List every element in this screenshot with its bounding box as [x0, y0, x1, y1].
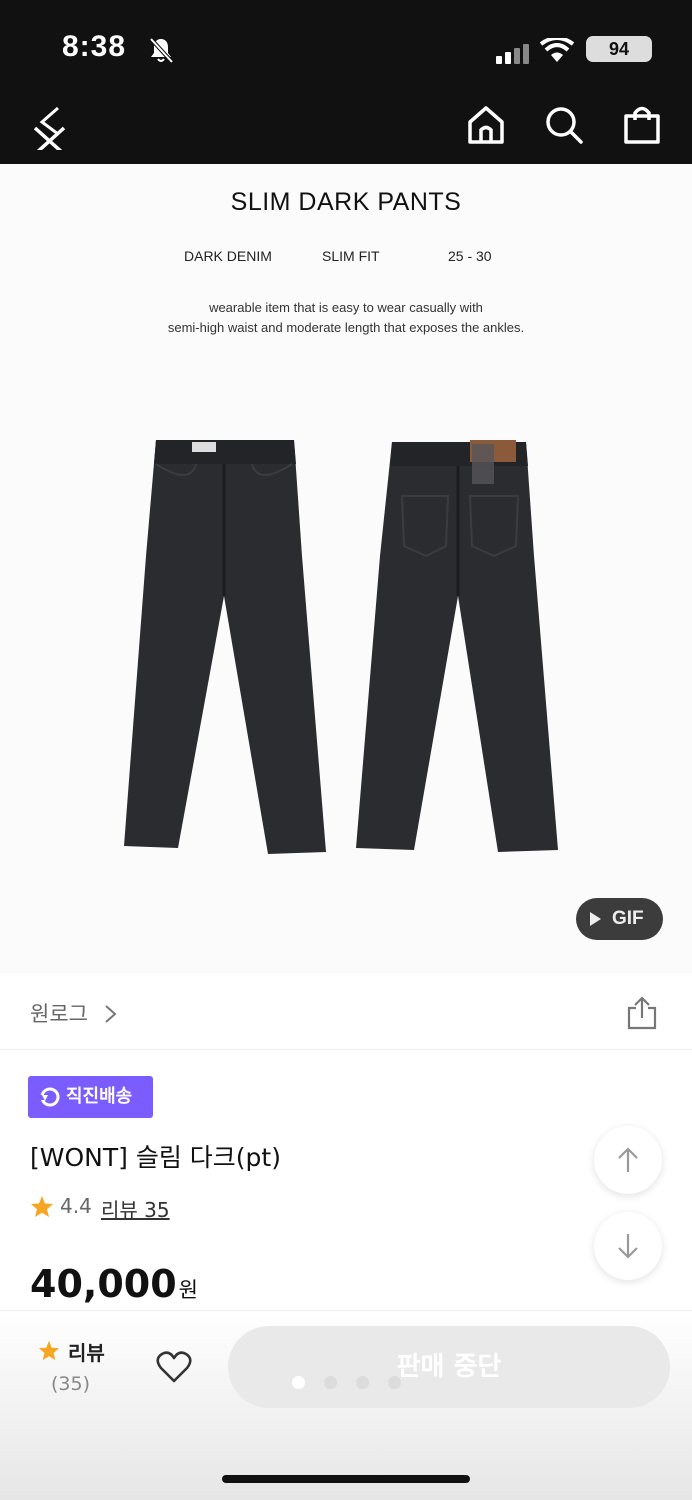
bottom-review-button[interactable]: 리뷰 — [68, 1337, 105, 1366]
bottom-review-count: (35) — [51, 1373, 91, 1395]
product-image[interactable]: SLIM DARK PANTS DARK DENIM SLIM FIT 25 -… — [0, 164, 692, 974]
page-dot — [356, 1376, 369, 1389]
gif-label: GIF — [612, 908, 644, 929]
status-bar: 8:38 94 — [0, 0, 692, 88]
spec-size: 25 - 30 — [448, 248, 492, 264]
return-arrow-icon — [40, 1087, 60, 1107]
home-icon[interactable] — [466, 104, 506, 146]
sold-out-button[interactable]: 판매 중단 — [228, 1326, 670, 1408]
direct-delivery-badge: 직진배송 — [28, 1076, 153, 1118]
scroll-up-button[interactable] — [594, 1126, 662, 1194]
wifi-icon — [540, 38, 574, 62]
price-currency: 원 — [178, 1278, 198, 1302]
spec-material: DARK DENIM — [184, 248, 272, 264]
clock: 8:38 — [62, 30, 127, 63]
scroll-down-button[interactable] — [594, 1212, 662, 1280]
gif-play-button[interactable]: GIF — [576, 898, 663, 940]
hero-description: wearable item that is easy to wear casua… — [0, 298, 692, 338]
heart-icon[interactable] — [156, 1350, 192, 1384]
star-icon — [38, 1340, 60, 1361]
search-icon[interactable] — [544, 104, 584, 146]
arrow-up-icon — [618, 1147, 638, 1172]
shopping-bag-icon[interactable] — [622, 104, 662, 146]
share-icon[interactable] — [626, 996, 658, 1030]
price-amount: 40,000 — [30, 1262, 177, 1306]
rating-value: 4.4 — [60, 1194, 92, 1218]
shop-row: 원로그 — [0, 974, 692, 1050]
pants-back-image — [356, 440, 558, 852]
hero-description-line: wearable item that is easy to wear casua… — [209, 300, 483, 315]
hero-title: SLIM DARK PANTS — [230, 188, 462, 216]
price: 40,000원 — [30, 1262, 198, 1306]
page-dot — [324, 1376, 337, 1389]
arrow-down-icon — [618, 1234, 638, 1259]
hero-description-line: semi-high waist and moderate length that… — [167, 320, 525, 335]
battery-indicator: 94 — [586, 36, 652, 62]
home-indicator — [222, 1475, 470, 1483]
signal-icon — [496, 44, 529, 64]
page-dot — [292, 1376, 305, 1389]
shop-name-link[interactable]: 원로그 — [30, 998, 88, 1028]
close-icon[interactable] — [30, 104, 70, 150]
top-navigation — [0, 88, 692, 164]
play-icon — [590, 912, 601, 926]
bell-mute-icon — [149, 37, 174, 64]
review-count-link[interactable]: 리뷰 35 — [101, 1194, 170, 1223]
pants-front-image — [124, 440, 326, 854]
product-name: [WONT] 슬림 다크(pt) — [30, 1143, 281, 1172]
star-icon — [31, 1196, 53, 1217]
badge-label: 직진배송 — [66, 1086, 133, 1107]
chevron-right-icon — [105, 1005, 117, 1023]
page-dot — [388, 1376, 401, 1389]
spec-fit: SLIM FIT — [322, 248, 380, 264]
